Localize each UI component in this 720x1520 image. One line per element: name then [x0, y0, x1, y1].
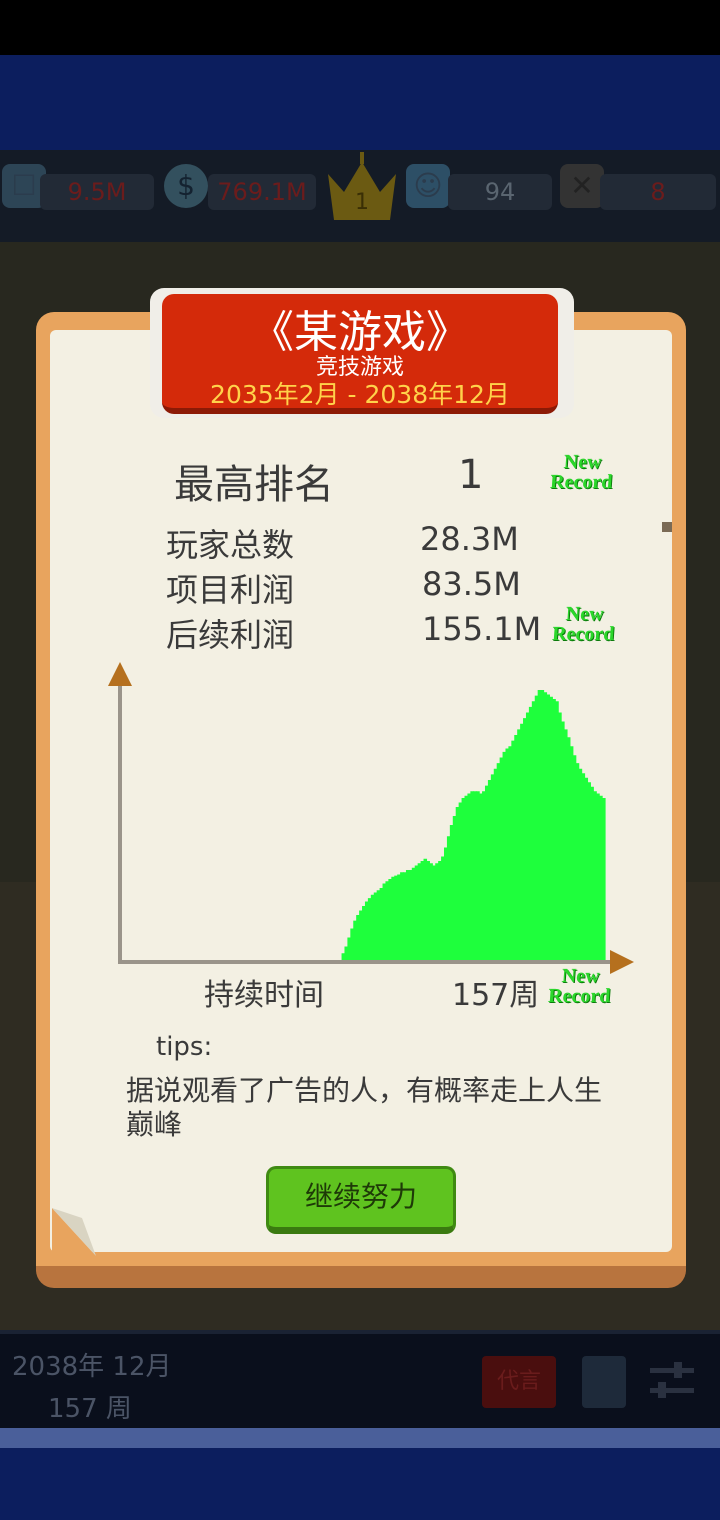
result-dialog-shadow: [36, 1266, 686, 1288]
new-record-badge: New Record: [547, 965, 612, 1007]
total-players-label: 玩家总数: [166, 526, 295, 564]
bottom-divider: [0, 1428, 720, 1448]
game-dates: 2035年2月 - 2038年12月: [210, 380, 510, 409]
money-bag-icon: $: [164, 164, 208, 208]
money-stat: 769.1M: [208, 174, 316, 210]
current-week: 157 周: [48, 1394, 132, 1424]
fan-face-icon: ☺: [406, 164, 450, 208]
players-chart: [108, 662, 634, 974]
tips-text: 据说观看了广告的人，有概率走上人生巅峰: [126, 1074, 603, 1141]
top-banner-area: [0, 55, 720, 150]
bugs-stat: 8: [600, 174, 716, 210]
chart-area-bar: [602, 798, 606, 960]
total-players-value: 28.3M: [420, 520, 519, 558]
paper-corner-mark: [662, 522, 672, 532]
new-record-badge: New Record: [551, 603, 616, 645]
bug-icon: ✕: [560, 164, 604, 208]
project-profit-value: 83.5M: [422, 565, 521, 603]
stats-bar: ☐ 9.5M $ 769.1M 1 ☺ 94 ✕ 8: [0, 150, 720, 242]
y-axis-arrow: [108, 662, 132, 686]
page-fold-icon: [52, 1208, 96, 1256]
highest-rank-label: 最高排名: [174, 462, 334, 508]
duration-value: 157周: [452, 978, 540, 1013]
new-record-badge: New Record: [549, 451, 614, 493]
tips-label: tips:: [156, 1032, 213, 1062]
chart-area-series: [341, 690, 606, 961]
top-status-area: [0, 0, 720, 55]
continue-button[interactable]: 继续努力: [266, 1166, 456, 1234]
bottom-nav-area: [0, 1448, 720, 1520]
duration-label: 持续时间: [204, 978, 324, 1013]
endorsement-button[interactable]: 代言: [482, 1356, 556, 1408]
fans-stat: 94: [448, 174, 552, 210]
book-icon[interactable]: [582, 1356, 626, 1408]
team-stat: 9.5M: [40, 174, 154, 210]
highest-rank-value: 1: [458, 452, 484, 498]
follow-up-profit-value: 155.1M: [422, 610, 542, 648]
rank-stat: 1: [355, 190, 369, 215]
project-profit-label: 项目利润: [166, 571, 295, 609]
follow-up-profit-label: 后续利润: [166, 616, 295, 654]
current-date: 2038年 12月: [12, 1352, 172, 1382]
settings-sliders-icon[interactable]: [648, 1358, 696, 1406]
